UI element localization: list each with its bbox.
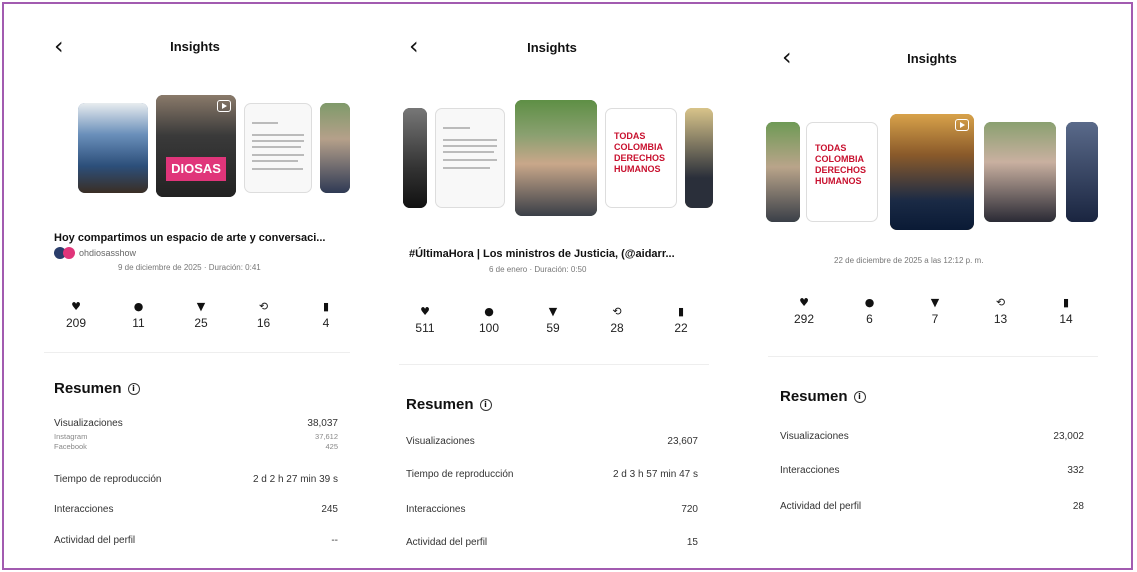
thumbnail-4[interactable]: TODAS COLOMBIA DERECHOS HUMANOS bbox=[605, 108, 677, 208]
thumbnail-2[interactable]: TODAS COLOMBIA DERECHOS HUMANOS bbox=[806, 122, 878, 222]
insights-panel-1: ‹ Insights DIOSAS Hoy compartimos un esp… bbox=[40, 0, 360, 572]
stats-row: ♥ 292 ● 6 ▼ 7 ⟲ 13 ▮ 14 bbox=[784, 296, 1086, 326]
thumbnail-carousel[interactable]: TODAS COLOMBIA DERECHOS HUMANOS bbox=[762, 112, 1102, 232]
thumbnail-carousel[interactable]: TODAS COLOMBIA DERECHOS HUMANOS bbox=[395, 98, 715, 218]
thumbnail-carousel[interactable]: DIOSAS bbox=[40, 95, 360, 215]
row-facebook: Facebook 425 bbox=[54, 442, 338, 451]
post-meta: 22 de diciembre de 2025 a las 12:12 p. m… bbox=[834, 256, 984, 265]
stats-row: ♥ 209 ● 11 ▼ 25 ⟲ 16 ▮ 4 bbox=[56, 300, 346, 330]
back-icon[interactable]: ‹ bbox=[409, 34, 419, 58]
stat-reposts: ⟲ 16 bbox=[256, 300, 271, 330]
share-icon: ▼ bbox=[196, 300, 206, 313]
stat-likes: ♥ 209 bbox=[65, 300, 87, 330]
row-instagram: Instagram 37,612 bbox=[54, 432, 338, 441]
stat-reposts: ⟲ 13 bbox=[993, 296, 1008, 326]
thumbnail-2[interactable]: DIOSAS bbox=[156, 95, 236, 197]
info-icon[interactable]: i bbox=[127, 382, 140, 395]
stat-saves: ▮ 14 bbox=[1059, 296, 1073, 326]
stat-shares: ▼ 59 bbox=[546, 305, 560, 335]
repost-icon: ⟲ bbox=[612, 305, 622, 318]
row-interacciones: Interacciones 720 bbox=[406, 504, 698, 515]
back-icon[interactable]: ‹ bbox=[782, 45, 792, 69]
page-title: Insights bbox=[170, 39, 220, 54]
thumbnail-1[interactable] bbox=[403, 108, 427, 208]
info-icon[interactable]: i bbox=[479, 398, 492, 411]
thumbnail-label: DIOSAS bbox=[166, 157, 226, 181]
repost-icon: ⟲ bbox=[258, 300, 269, 313]
post-caption: Hoy compartimos un espacio de arte y con… bbox=[54, 232, 326, 244]
stat-saves: ▮ 22 bbox=[674, 305, 688, 335]
resumen-title: Resumen i bbox=[54, 380, 140, 397]
page-title: Insights bbox=[907, 51, 957, 66]
stat-comments: ● 100 bbox=[478, 305, 500, 335]
thumbnail-3[interactable] bbox=[890, 114, 974, 230]
row-actividad: Actividad del perfil 28 bbox=[780, 501, 1084, 512]
thumbnail-3[interactable] bbox=[515, 100, 597, 216]
thumbnail-1[interactable] bbox=[78, 103, 148, 193]
thumbnail-4[interactable] bbox=[320, 103, 350, 193]
reel-icon bbox=[217, 100, 231, 112]
comment-icon: ● bbox=[864, 296, 875, 309]
stat-likes: ♥ 292 bbox=[793, 296, 815, 326]
resumen-title: Resumen i bbox=[406, 396, 492, 413]
page-title: Insights bbox=[527, 40, 577, 55]
row-visualizaciones: Visualizaciones 23,607 bbox=[406, 436, 698, 447]
row-interacciones: Interacciones 245 bbox=[54, 504, 338, 515]
stats-row: ♥ 511 ● 100 ▼ 59 ⟲ 28 ▮ 22 bbox=[405, 305, 701, 335]
insights-panel-2: ‹ Insights TODAS COLOMBIA DERECHOS HUMAN… bbox=[395, 0, 725, 572]
thumbnail-label: TODAS COLOMBIA DERECHOS HUMANOS bbox=[614, 131, 666, 174]
stat-saves: ▮ 4 bbox=[322, 300, 330, 330]
divider bbox=[44, 352, 350, 353]
row-interacciones: Interacciones 332 bbox=[780, 465, 1084, 476]
thumbnail-2[interactable] bbox=[435, 108, 505, 208]
row-tiempo: Tiempo de reproducción 2 d 3 h 57 min 47 … bbox=[406, 469, 698, 480]
comment-icon: ● bbox=[133, 300, 144, 313]
comment-icon: ● bbox=[484, 305, 494, 318]
thumbnail-1[interactable] bbox=[766, 122, 800, 222]
bookmark-icon: ▮ bbox=[1062, 296, 1070, 309]
info-icon[interactable]: i bbox=[853, 390, 866, 403]
stat-shares: ▼ 25 bbox=[194, 300, 208, 330]
post-meta: 9 de diciembre de 2025 · Duración: 0:41 bbox=[118, 263, 261, 272]
back-icon[interactable]: ‹ bbox=[54, 34, 64, 58]
divider bbox=[399, 364, 709, 365]
heart-icon: ♥ bbox=[799, 296, 809, 309]
bookmark-icon: ▮ bbox=[322, 300, 330, 313]
heart-icon: ♥ bbox=[420, 305, 430, 318]
thumbnail-5[interactable] bbox=[685, 108, 713, 208]
account-name: ohdiosasshow bbox=[79, 248, 137, 258]
bookmark-icon: ▮ bbox=[677, 305, 685, 318]
thumbnail-5[interactable] bbox=[1066, 122, 1098, 222]
share-icon: ▼ bbox=[930, 296, 940, 309]
stat-likes: ♥ 511 bbox=[415, 305, 435, 335]
account-row[interactable]: ohdiosasshow bbox=[54, 247, 136, 259]
heart-icon: ♥ bbox=[71, 300, 81, 313]
row-tiempo: Tiempo de reproducción 2 d 2 h 27 min 39 … bbox=[54, 474, 338, 485]
stat-comments: ● 11 bbox=[132, 300, 145, 330]
share-icon: ▼ bbox=[548, 305, 558, 318]
stat-reposts: ⟲ 28 bbox=[610, 305, 624, 335]
stat-comments: ● 6 bbox=[864, 296, 875, 326]
repost-icon: ⟲ bbox=[995, 296, 1006, 309]
row-actividad: Actividad del perfil -- bbox=[54, 535, 338, 546]
insights-panel-3: ‹ Insights TODAS COLOMBIA DERECHOS HUMAN… bbox=[762, 0, 1107, 572]
reel-icon bbox=[955, 119, 969, 131]
row-actividad: Actividad del perfil 15 bbox=[406, 537, 698, 548]
row-visualizaciones: Visualizaciones 23,002 bbox=[780, 431, 1084, 442]
stat-shares: ▼ 7 bbox=[930, 296, 940, 326]
avatar bbox=[54, 247, 75, 259]
thumbnail-label: TODAS COLOMBIA DERECHOS HUMANOS bbox=[815, 143, 867, 186]
resumen-title: Resumen i bbox=[780, 388, 866, 405]
thumbnail-3[interactable] bbox=[244, 103, 312, 193]
row-visualizaciones: Visualizaciones 38,037 bbox=[54, 418, 338, 429]
divider bbox=[768, 356, 1098, 357]
thumbnail-4[interactable] bbox=[984, 122, 1056, 222]
post-caption: #ÚltimaHora | Los ministros de Justicia,… bbox=[409, 248, 675, 260]
post-meta: 6 de enero · Duración: 0:50 bbox=[489, 265, 587, 274]
